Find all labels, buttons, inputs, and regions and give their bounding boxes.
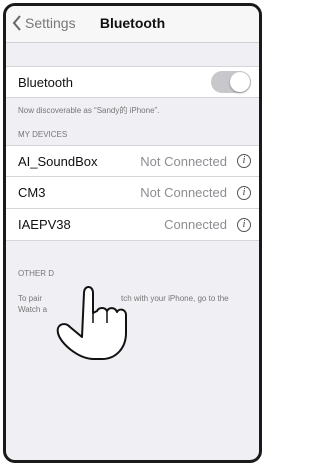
pairing-note-end: tch with your iPhone, go to the <box>121 294 229 303</box>
device-name: IAEPV38 <box>18 217 71 232</box>
navigation-bar: Settings Bluetooth <box>6 6 259 43</box>
device-row-cm3[interactable]: CM3 Not Connected i <box>6 177 259 209</box>
pairing-note-start: To pair <box>18 294 43 303</box>
device-status: Connected <box>164 217 227 232</box>
device-row-aisoundbox[interactable]: AI_SoundBox Not Connected i <box>6 145 259 177</box>
phone-screen: Settings Bluetooth Bluetooth Now discove… <box>3 3 262 463</box>
page-title: Bluetooth <box>99 15 166 31</box>
pointing-hand-icon <box>56 286 127 360</box>
pairing-note-line2: Watch a <box>18 305 48 314</box>
info-icon[interactable]: i <box>237 217 251 232</box>
info-icon[interactable]: i <box>237 185 251 200</box>
device-row-iaepv38[interactable]: IAEPV38 Connected i <box>6 209 259 241</box>
bluetooth-toggle-row: Bluetooth <box>6 66 259 98</box>
bluetooth-label: Bluetooth <box>18 74 73 90</box>
device-status: Not Connected <box>140 153 227 169</box>
device-status: Not Connected <box>140 185 227 200</box>
info-icon[interactable]: i <box>237 154 251 168</box>
discoverable-text: Now discoverable as “Sandy的 iPhone”. <box>18 106 160 115</box>
device-name: AI_SoundBox <box>18 153 98 169</box>
other-devices-header: OTHER D <box>18 269 54 278</box>
toggle-knob <box>230 72 250 92</box>
my-devices-header: MY DEVICES <box>18 130 68 139</box>
device-name: CM3 <box>18 185 46 200</box>
bluetooth-toggle[interactable] <box>211 71 251 93</box>
